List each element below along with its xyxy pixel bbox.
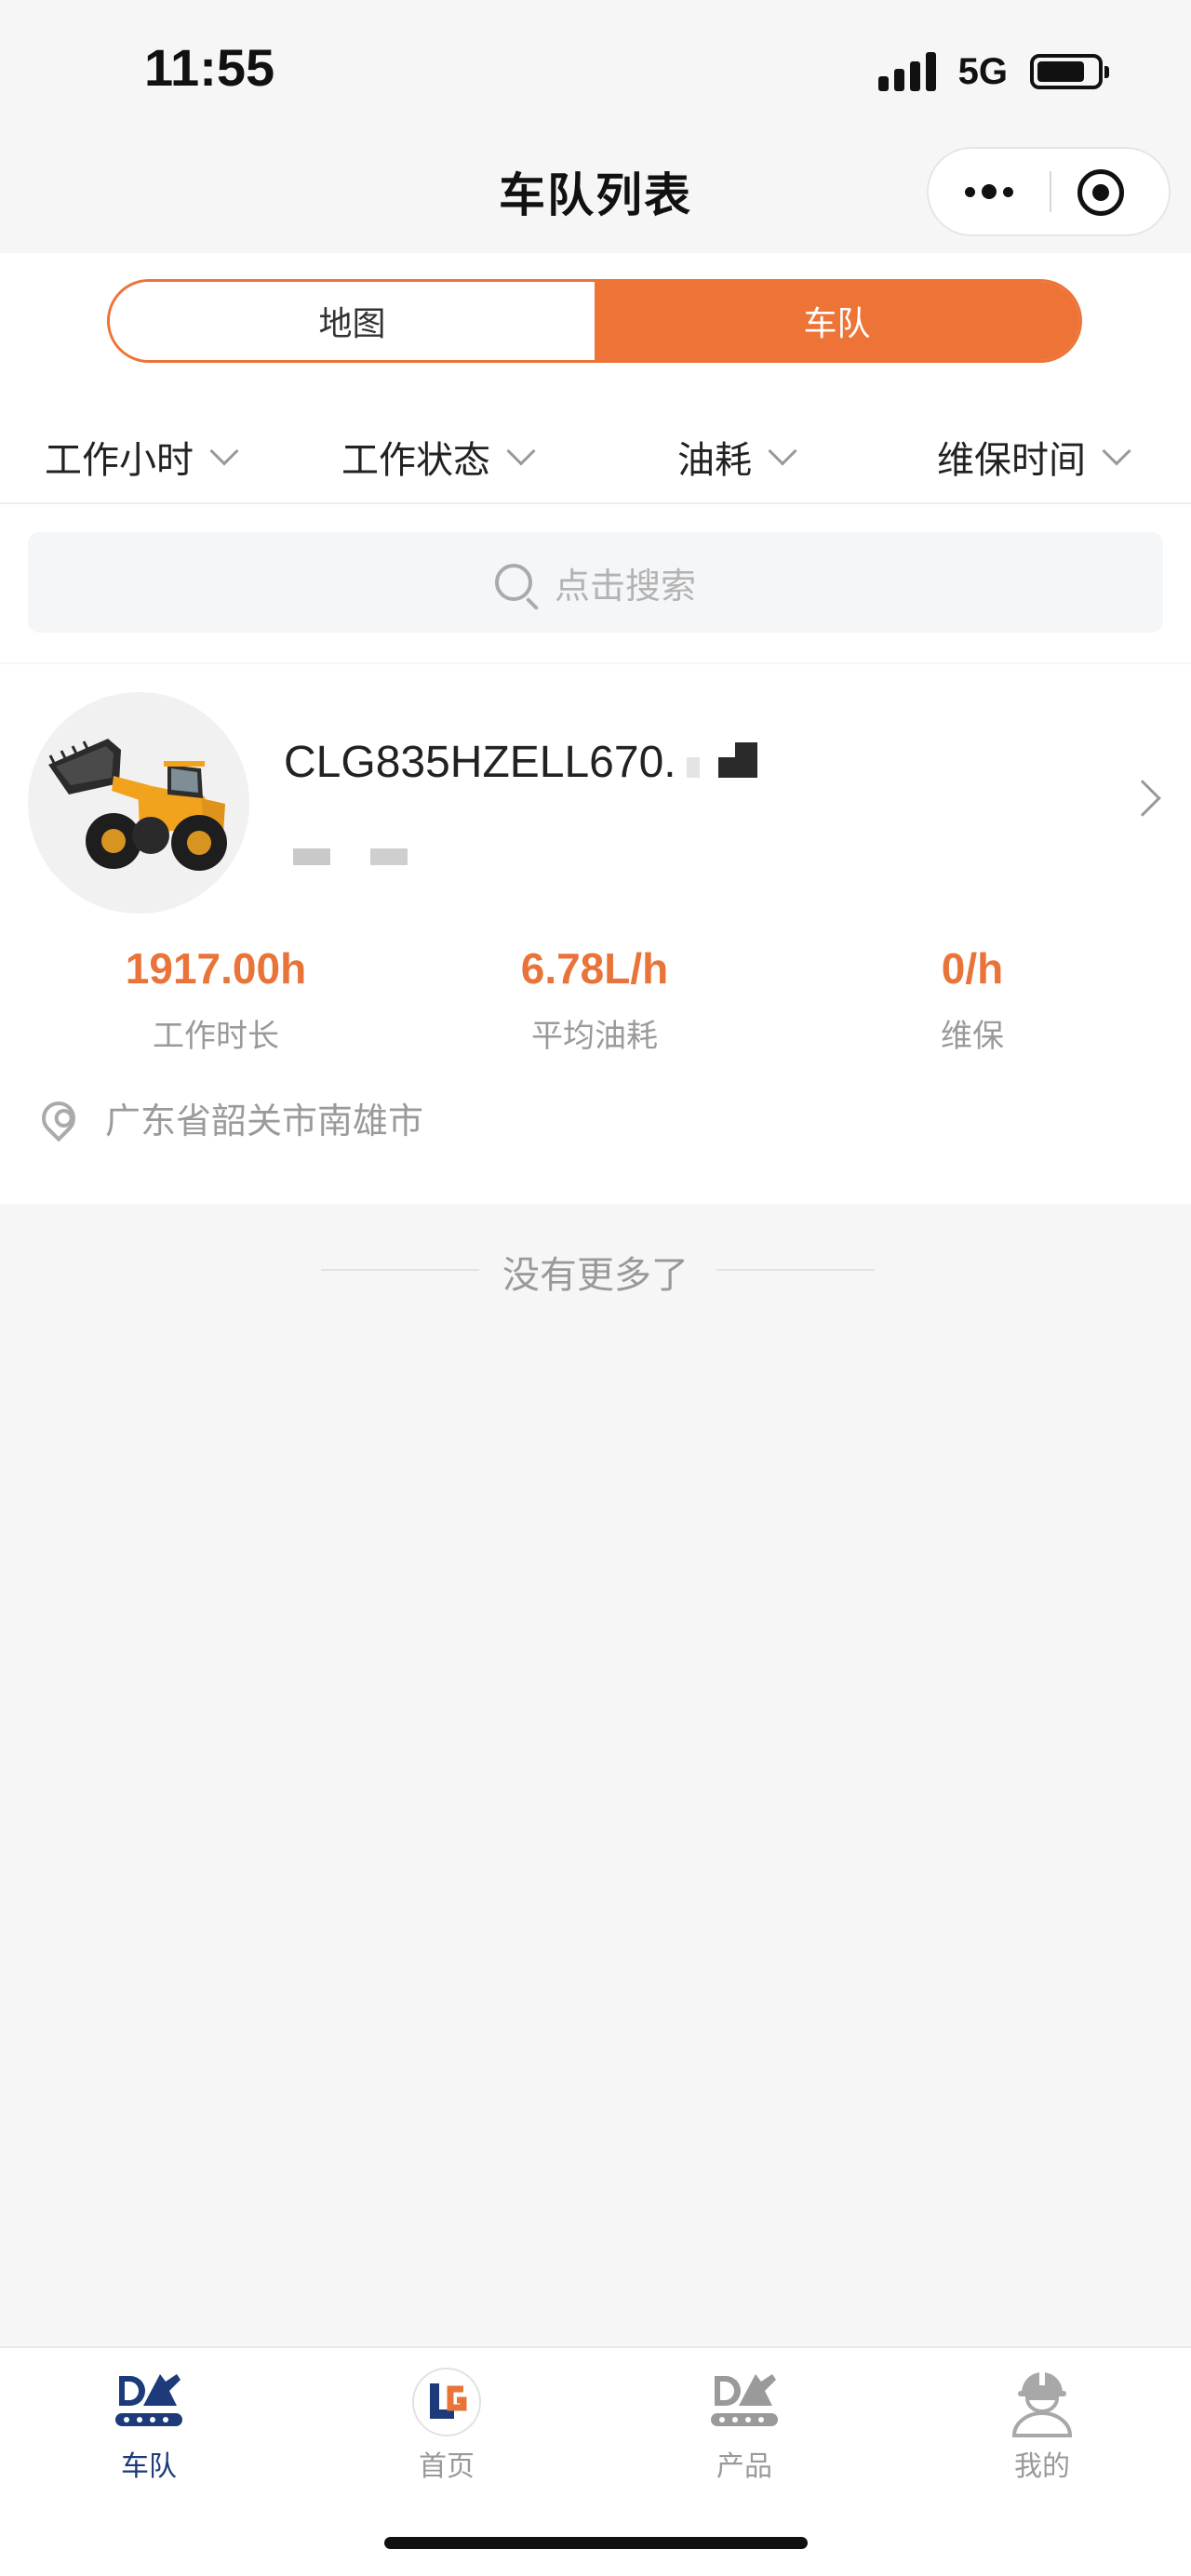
- stat-avg-fuel: 6.78L/h 平均油耗: [455, 943, 734, 1056]
- filter-label: 维保时间: [937, 439, 1086, 482]
- stat-maintenance: 0/h 维保: [833, 943, 1112, 1056]
- capsule-divider: [1050, 171, 1051, 212]
- stat-label: 工作时长: [153, 1018, 279, 1055]
- tab-label: 我的: [1014, 2450, 1070, 2483]
- vehicle-location: 广东省韶关市南雄市: [34, 1092, 424, 1143]
- location-pin-icon: [34, 1094, 83, 1141]
- vehicle-image: [28, 692, 249, 914]
- chevron-down-icon: [768, 436, 797, 466]
- vehicle-card[interactable]: CLG835HZELL670. 1917.00h 工作时长 6.78L/h 平均…: [0, 664, 1191, 1204]
- segment-map[interactable]: 地图: [110, 282, 595, 360]
- close-target-icon[interactable]: [1077, 169, 1124, 216]
- profile-worker-icon: [1005, 2365, 1079, 2439]
- fleet-icon: [112, 2365, 186, 2439]
- battery-icon: [1030, 54, 1109, 89]
- filter-label: 工作小时: [45, 439, 194, 482]
- search-input[interactable]: 点击搜索: [28, 532, 1163, 633]
- segment-fleet[interactable]: 车队: [595, 282, 1079, 360]
- stat-label: 平均油耗: [531, 1018, 658, 1055]
- list-end-text: 没有更多了: [502, 1254, 689, 1297]
- home-logo-icon: [409, 2365, 484, 2439]
- status-bar: 11:55 5G: [0, 0, 1191, 140]
- stat-value: 0/h: [941, 944, 1004, 993]
- home-indicator: [384, 2537, 808, 2549]
- tab-label: 车队: [121, 2450, 177, 2483]
- tab-product[interactable]: 产品: [596, 2365, 893, 2484]
- divider: [0, 502, 1191, 504]
- list-end: 没有更多了: [0, 1237, 1191, 1302]
- location-text: 广东省韶关市南雄市: [105, 1101, 424, 1141]
- chevron-down-icon: [506, 436, 536, 466]
- miniprogram-capsule: [927, 147, 1171, 236]
- stat-work-duration: 1917.00h 工作时长: [76, 943, 355, 1056]
- tab-profile[interactable]: 我的: [893, 2365, 1191, 2484]
- redaction: [293, 848, 330, 865]
- filter-work-hours[interactable]: 工作小时: [45, 430, 239, 484]
- signal-icon: [877, 52, 936, 91]
- redaction: [718, 742, 757, 778]
- redaction: [687, 757, 700, 778]
- filter-label: 工作状态: [341, 439, 490, 482]
- network-type: 5G: [957, 50, 1008, 92]
- more-icon[interactable]: [929, 149, 1050, 234]
- chevron-down-icon: [209, 436, 239, 466]
- nav-bar: 车队列表: [0, 140, 1191, 251]
- tab-fleet[interactable]: 车队: [0, 2365, 298, 2484]
- tab-home[interactable]: 首页: [298, 2365, 596, 2484]
- divider: [716, 1269, 875, 1271]
- stat-value: 6.78L/h: [520, 944, 669, 993]
- search-icon: [494, 564, 532, 601]
- stat-value: 1917.00h: [125, 944, 307, 993]
- status-time: 11:55: [144, 38, 275, 97]
- search-placeholder: 点击搜索: [554, 565, 696, 607]
- redaction: [370, 848, 408, 865]
- filter-bar: 工作小时 工作状态 油耗 维保时间: [0, 409, 1191, 502]
- product-excavator-icon: [707, 2365, 782, 2439]
- chevron-down-icon: [1102, 436, 1131, 466]
- view-switch: 地图 车队: [107, 279, 1082, 363]
- status-indicators: 5G: [877, 47, 1109, 97]
- chevron-right-icon[interactable]: [1124, 780, 1161, 817]
- wheel-loader-icon: [48, 739, 227, 871]
- vehicle-name: CLG835HZELL670.: [284, 738, 676, 787]
- filter-maintenance-time[interactable]: 维保时间: [937, 430, 1131, 484]
- stat-label: 维保: [941, 1018, 1004, 1055]
- filter-work-status[interactable]: 工作状态: [341, 430, 536, 484]
- tab-label: 首页: [419, 2450, 475, 2483]
- filter-label: 油耗: [677, 439, 752, 482]
- tab-label: 产品: [716, 2450, 772, 2483]
- filter-fuel[interactable]: 油耗: [677, 430, 797, 484]
